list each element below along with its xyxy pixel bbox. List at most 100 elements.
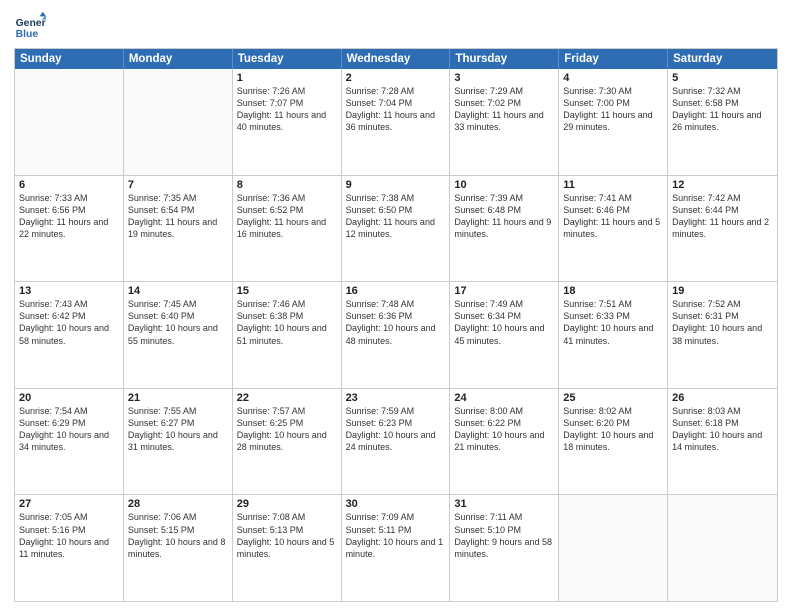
day-number: 6 xyxy=(19,179,119,191)
day-number: 1 xyxy=(237,72,337,84)
day-details: Sunrise: 7:57 AM Sunset: 6:25 PM Dayligh… xyxy=(237,405,337,454)
page: General Blue SundayMondayTuesdayWednesda… xyxy=(0,0,792,612)
calendar-week-row: 27Sunrise: 7:05 AM Sunset: 5:16 PM Dayli… xyxy=(15,494,777,601)
weekday-header: Wednesday xyxy=(342,49,451,69)
calendar-header: SundayMondayTuesdayWednesdayThursdayFrid… xyxy=(15,49,777,69)
day-details: Sunrise: 7:52 AM Sunset: 6:31 PM Dayligh… xyxy=(672,298,773,347)
day-number: 23 xyxy=(346,392,446,404)
calendar-cell: 17Sunrise: 7:49 AM Sunset: 6:34 PM Dayli… xyxy=(450,282,559,388)
calendar-cell: 28Sunrise: 7:06 AM Sunset: 5:15 PM Dayli… xyxy=(124,495,233,601)
calendar-cell: 30Sunrise: 7:09 AM Sunset: 5:11 PM Dayli… xyxy=(342,495,451,601)
calendar-cell: 20Sunrise: 7:54 AM Sunset: 6:29 PM Dayli… xyxy=(15,389,124,495)
day-number: 10 xyxy=(454,179,554,191)
day-details: Sunrise: 7:39 AM Sunset: 6:48 PM Dayligh… xyxy=(454,192,554,241)
day-details: Sunrise: 7:09 AM Sunset: 5:11 PM Dayligh… xyxy=(346,511,446,560)
day-number: 9 xyxy=(346,179,446,191)
calendar-week-row: 20Sunrise: 7:54 AM Sunset: 6:29 PM Dayli… xyxy=(15,388,777,495)
calendar-cell xyxy=(15,69,124,175)
calendar-cell: 2Sunrise: 7:28 AM Sunset: 7:04 PM Daylig… xyxy=(342,69,451,175)
day-number: 21 xyxy=(128,392,228,404)
calendar-cell: 12Sunrise: 7:42 AM Sunset: 6:44 PM Dayli… xyxy=(668,176,777,282)
logo: General Blue xyxy=(14,10,46,42)
day-details: Sunrise: 7:32 AM Sunset: 6:58 PM Dayligh… xyxy=(672,85,773,134)
calendar-cell: 27Sunrise: 7:05 AM Sunset: 5:16 PM Dayli… xyxy=(15,495,124,601)
day-details: Sunrise: 7:05 AM Sunset: 5:16 PM Dayligh… xyxy=(19,511,119,560)
weekday-header: Monday xyxy=(124,49,233,69)
weekday-header: Thursday xyxy=(450,49,559,69)
calendar-cell xyxy=(668,495,777,601)
calendar-cell: 9Sunrise: 7:38 AM Sunset: 6:50 PM Daylig… xyxy=(342,176,451,282)
day-number: 20 xyxy=(19,392,119,404)
calendar-cell: 8Sunrise: 7:36 AM Sunset: 6:52 PM Daylig… xyxy=(233,176,342,282)
calendar-cell: 15Sunrise: 7:46 AM Sunset: 6:38 PM Dayli… xyxy=(233,282,342,388)
day-number: 16 xyxy=(346,285,446,297)
day-details: Sunrise: 7:38 AM Sunset: 6:50 PM Dayligh… xyxy=(346,192,446,241)
header: General Blue xyxy=(14,10,778,42)
day-number: 28 xyxy=(128,498,228,510)
calendar-week-row: 1Sunrise: 7:26 AM Sunset: 7:07 PM Daylig… xyxy=(15,69,777,175)
day-number: 17 xyxy=(454,285,554,297)
day-details: Sunrise: 7:36 AM Sunset: 6:52 PM Dayligh… xyxy=(237,192,337,241)
day-number: 4 xyxy=(563,72,663,84)
calendar-cell: 1Sunrise: 7:26 AM Sunset: 7:07 PM Daylig… xyxy=(233,69,342,175)
day-number: 13 xyxy=(19,285,119,297)
weekday-header: Friday xyxy=(559,49,668,69)
calendar-cell: 6Sunrise: 7:33 AM Sunset: 6:56 PM Daylig… xyxy=(15,176,124,282)
day-details: Sunrise: 7:35 AM Sunset: 6:54 PM Dayligh… xyxy=(128,192,228,241)
day-number: 12 xyxy=(672,179,773,191)
logo-icon: General Blue xyxy=(14,10,46,42)
day-details: Sunrise: 7:51 AM Sunset: 6:33 PM Dayligh… xyxy=(563,298,663,347)
calendar-cell: 21Sunrise: 7:55 AM Sunset: 6:27 PM Dayli… xyxy=(124,389,233,495)
day-details: Sunrise: 7:59 AM Sunset: 6:23 PM Dayligh… xyxy=(346,405,446,454)
day-details: Sunrise: 7:30 AM Sunset: 7:00 PM Dayligh… xyxy=(563,85,663,134)
calendar-cell: 19Sunrise: 7:52 AM Sunset: 6:31 PM Dayli… xyxy=(668,282,777,388)
day-number: 24 xyxy=(454,392,554,404)
day-number: 5 xyxy=(672,72,773,84)
calendar-cell xyxy=(124,69,233,175)
day-number: 19 xyxy=(672,285,773,297)
day-number: 15 xyxy=(237,285,337,297)
day-number: 25 xyxy=(563,392,663,404)
day-details: Sunrise: 7:55 AM Sunset: 6:27 PM Dayligh… xyxy=(128,405,228,454)
day-details: Sunrise: 7:41 AM Sunset: 6:46 PM Dayligh… xyxy=(563,192,663,241)
calendar-cell: 25Sunrise: 8:02 AM Sunset: 6:20 PM Dayli… xyxy=(559,389,668,495)
day-details: Sunrise: 7:54 AM Sunset: 6:29 PM Dayligh… xyxy=(19,405,119,454)
day-details: Sunrise: 7:42 AM Sunset: 6:44 PM Dayligh… xyxy=(672,192,773,241)
calendar-cell: 7Sunrise: 7:35 AM Sunset: 6:54 PM Daylig… xyxy=(124,176,233,282)
day-details: Sunrise: 7:06 AM Sunset: 5:15 PM Dayligh… xyxy=(128,511,228,560)
calendar-cell: 5Sunrise: 7:32 AM Sunset: 6:58 PM Daylig… xyxy=(668,69,777,175)
day-number: 11 xyxy=(563,179,663,191)
calendar-cell: 29Sunrise: 7:08 AM Sunset: 5:13 PM Dayli… xyxy=(233,495,342,601)
weekday-header: Saturday xyxy=(668,49,777,69)
day-number: 7 xyxy=(128,179,228,191)
day-details: Sunrise: 7:11 AM Sunset: 5:10 PM Dayligh… xyxy=(454,511,554,560)
calendar-cell: 13Sunrise: 7:43 AM Sunset: 6:42 PM Dayli… xyxy=(15,282,124,388)
day-number: 27 xyxy=(19,498,119,510)
weekday-header: Tuesday xyxy=(233,49,342,69)
calendar-week-row: 6Sunrise: 7:33 AM Sunset: 6:56 PM Daylig… xyxy=(15,175,777,282)
calendar-cell: 26Sunrise: 8:03 AM Sunset: 6:18 PM Dayli… xyxy=(668,389,777,495)
calendar-cell: 10Sunrise: 7:39 AM Sunset: 6:48 PM Dayli… xyxy=(450,176,559,282)
day-number: 22 xyxy=(237,392,337,404)
day-details: Sunrise: 8:00 AM Sunset: 6:22 PM Dayligh… xyxy=(454,405,554,454)
calendar-cell: 24Sunrise: 8:00 AM Sunset: 6:22 PM Dayli… xyxy=(450,389,559,495)
day-number: 26 xyxy=(672,392,773,404)
day-number: 31 xyxy=(454,498,554,510)
day-number: 18 xyxy=(563,285,663,297)
day-details: Sunrise: 7:33 AM Sunset: 6:56 PM Dayligh… xyxy=(19,192,119,241)
calendar-cell: 22Sunrise: 7:57 AM Sunset: 6:25 PM Dayli… xyxy=(233,389,342,495)
svg-text:Blue: Blue xyxy=(16,29,39,40)
day-number: 8 xyxy=(237,179,337,191)
day-details: Sunrise: 7:26 AM Sunset: 7:07 PM Dayligh… xyxy=(237,85,337,134)
calendar-cell: 31Sunrise: 7:11 AM Sunset: 5:10 PM Dayli… xyxy=(450,495,559,601)
day-number: 3 xyxy=(454,72,554,84)
calendar-cell: 4Sunrise: 7:30 AM Sunset: 7:00 PM Daylig… xyxy=(559,69,668,175)
calendar-cell: 14Sunrise: 7:45 AM Sunset: 6:40 PM Dayli… xyxy=(124,282,233,388)
day-details: Sunrise: 8:03 AM Sunset: 6:18 PM Dayligh… xyxy=(672,405,773,454)
day-details: Sunrise: 7:08 AM Sunset: 5:13 PM Dayligh… xyxy=(237,511,337,560)
day-details: Sunrise: 7:49 AM Sunset: 6:34 PM Dayligh… xyxy=(454,298,554,347)
calendar-body: 1Sunrise: 7:26 AM Sunset: 7:07 PM Daylig… xyxy=(15,69,777,601)
day-details: Sunrise: 7:46 AM Sunset: 6:38 PM Dayligh… xyxy=(237,298,337,347)
day-details: Sunrise: 7:43 AM Sunset: 6:42 PM Dayligh… xyxy=(19,298,119,347)
day-details: Sunrise: 7:28 AM Sunset: 7:04 PM Dayligh… xyxy=(346,85,446,134)
